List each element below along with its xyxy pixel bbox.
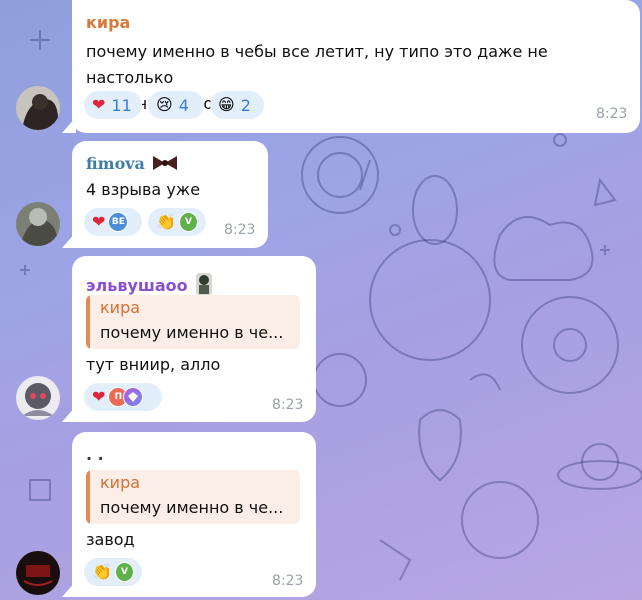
diamond-icon: [128, 392, 139, 402]
reply-text: почему именно в че...: [100, 498, 284, 517]
message-bubble: . . кира почему именно в че... завод 👏 V…: [72, 432, 316, 597]
reaction-count: 4: [178, 95, 189, 115]
reply-sender: кира: [100, 298, 141, 317]
message-time: 8:23: [224, 222, 256, 238]
avatar[interactable]: [16, 202, 60, 246]
avatar[interactable]: [16, 86, 60, 130]
message-bubble: кира почему именно в чебы все летит, ну …: [72, 0, 640, 133]
reactor-avatar: V: [178, 212, 198, 232]
sender-name[interactable]: эльвушаоо: [86, 271, 215, 297]
avatar[interactable]: [16, 376, 60, 420]
message-text: 4 взрыва уже: [86, 180, 201, 199]
heart-icon: ❤: [92, 95, 106, 114]
avatar-image: [16, 202, 60, 246]
sender-name[interactable]: . .: [86, 445, 104, 464]
reactor-avatar: BE: [108, 212, 129, 232]
message-text: тут вниир, алло: [86, 355, 221, 374]
sender-name[interactable]: кира: [86, 13, 130, 32]
message-time: 8:23: [596, 106, 628, 122]
reaction-crying[interactable]: 😢 4: [148, 91, 204, 119]
grinning-face-icon: 😁: [218, 95, 235, 114]
clapping-hands-icon: 👏: [92, 562, 112, 581]
sender-name[interactable]: fimova: [86, 154, 180, 173]
sender-name-text: fimova: [86, 154, 145, 173]
reaction-heart[interactable]: ❤ BE: [84, 208, 142, 236]
reaction-heart[interactable]: ❤ 11: [84, 91, 142, 119]
reaction-heart[interactable]: ❤ П: [84, 383, 162, 411]
message-bubble: эльвушаоо кира почему именно в че... тут…: [72, 256, 316, 422]
reply-quote[interactable]: кира почему именно в че...: [86, 470, 300, 524]
message-text-line: почему именно в чебы все летит, ну типо …: [86, 42, 548, 87]
reaction-grin[interactable]: 😁 2: [210, 91, 264, 119]
bow-icon: [153, 156, 178, 170]
reaction-count: 2: [240, 95, 251, 115]
heart-icon: ❤: [92, 387, 106, 406]
message-bubble: fimova 4 взрыва уже ❤ BE 👏 V 8:23: [72, 141, 268, 248]
reaction-clap[interactable]: 👏 V: [84, 558, 142, 586]
message-text: завод: [86, 530, 135, 549]
reply-bar: [86, 295, 90, 349]
sender-badge-icon: [196, 273, 213, 295]
avatar-image: [16, 376, 60, 420]
crying-face-icon: 😢: [156, 95, 173, 114]
reply-bar: [86, 470, 90, 524]
clapping-hands-icon: 👏: [156, 212, 176, 231]
reply-sender: кира: [100, 473, 141, 492]
avatar-image: [16, 86, 60, 130]
sender-name-text: эльвушаоо: [86, 276, 188, 295]
avatar-image: [16, 551, 60, 595]
message-time: 8:23: [272, 573, 304, 589]
reply-text: почему именно в че...: [100, 323, 284, 342]
reactor-avatar: [123, 387, 144, 407]
message-time: 8:23: [272, 397, 304, 413]
reactor-avatar: V: [114, 562, 134, 582]
reaction-count: 11: [111, 95, 132, 115]
reply-quote[interactable]: кира почему именно в че...: [86, 295, 300, 349]
avatar[interactable]: [16, 551, 60, 595]
reaction-clap[interactable]: 👏 V: [148, 208, 206, 236]
heart-icon: ❤: [92, 212, 106, 231]
